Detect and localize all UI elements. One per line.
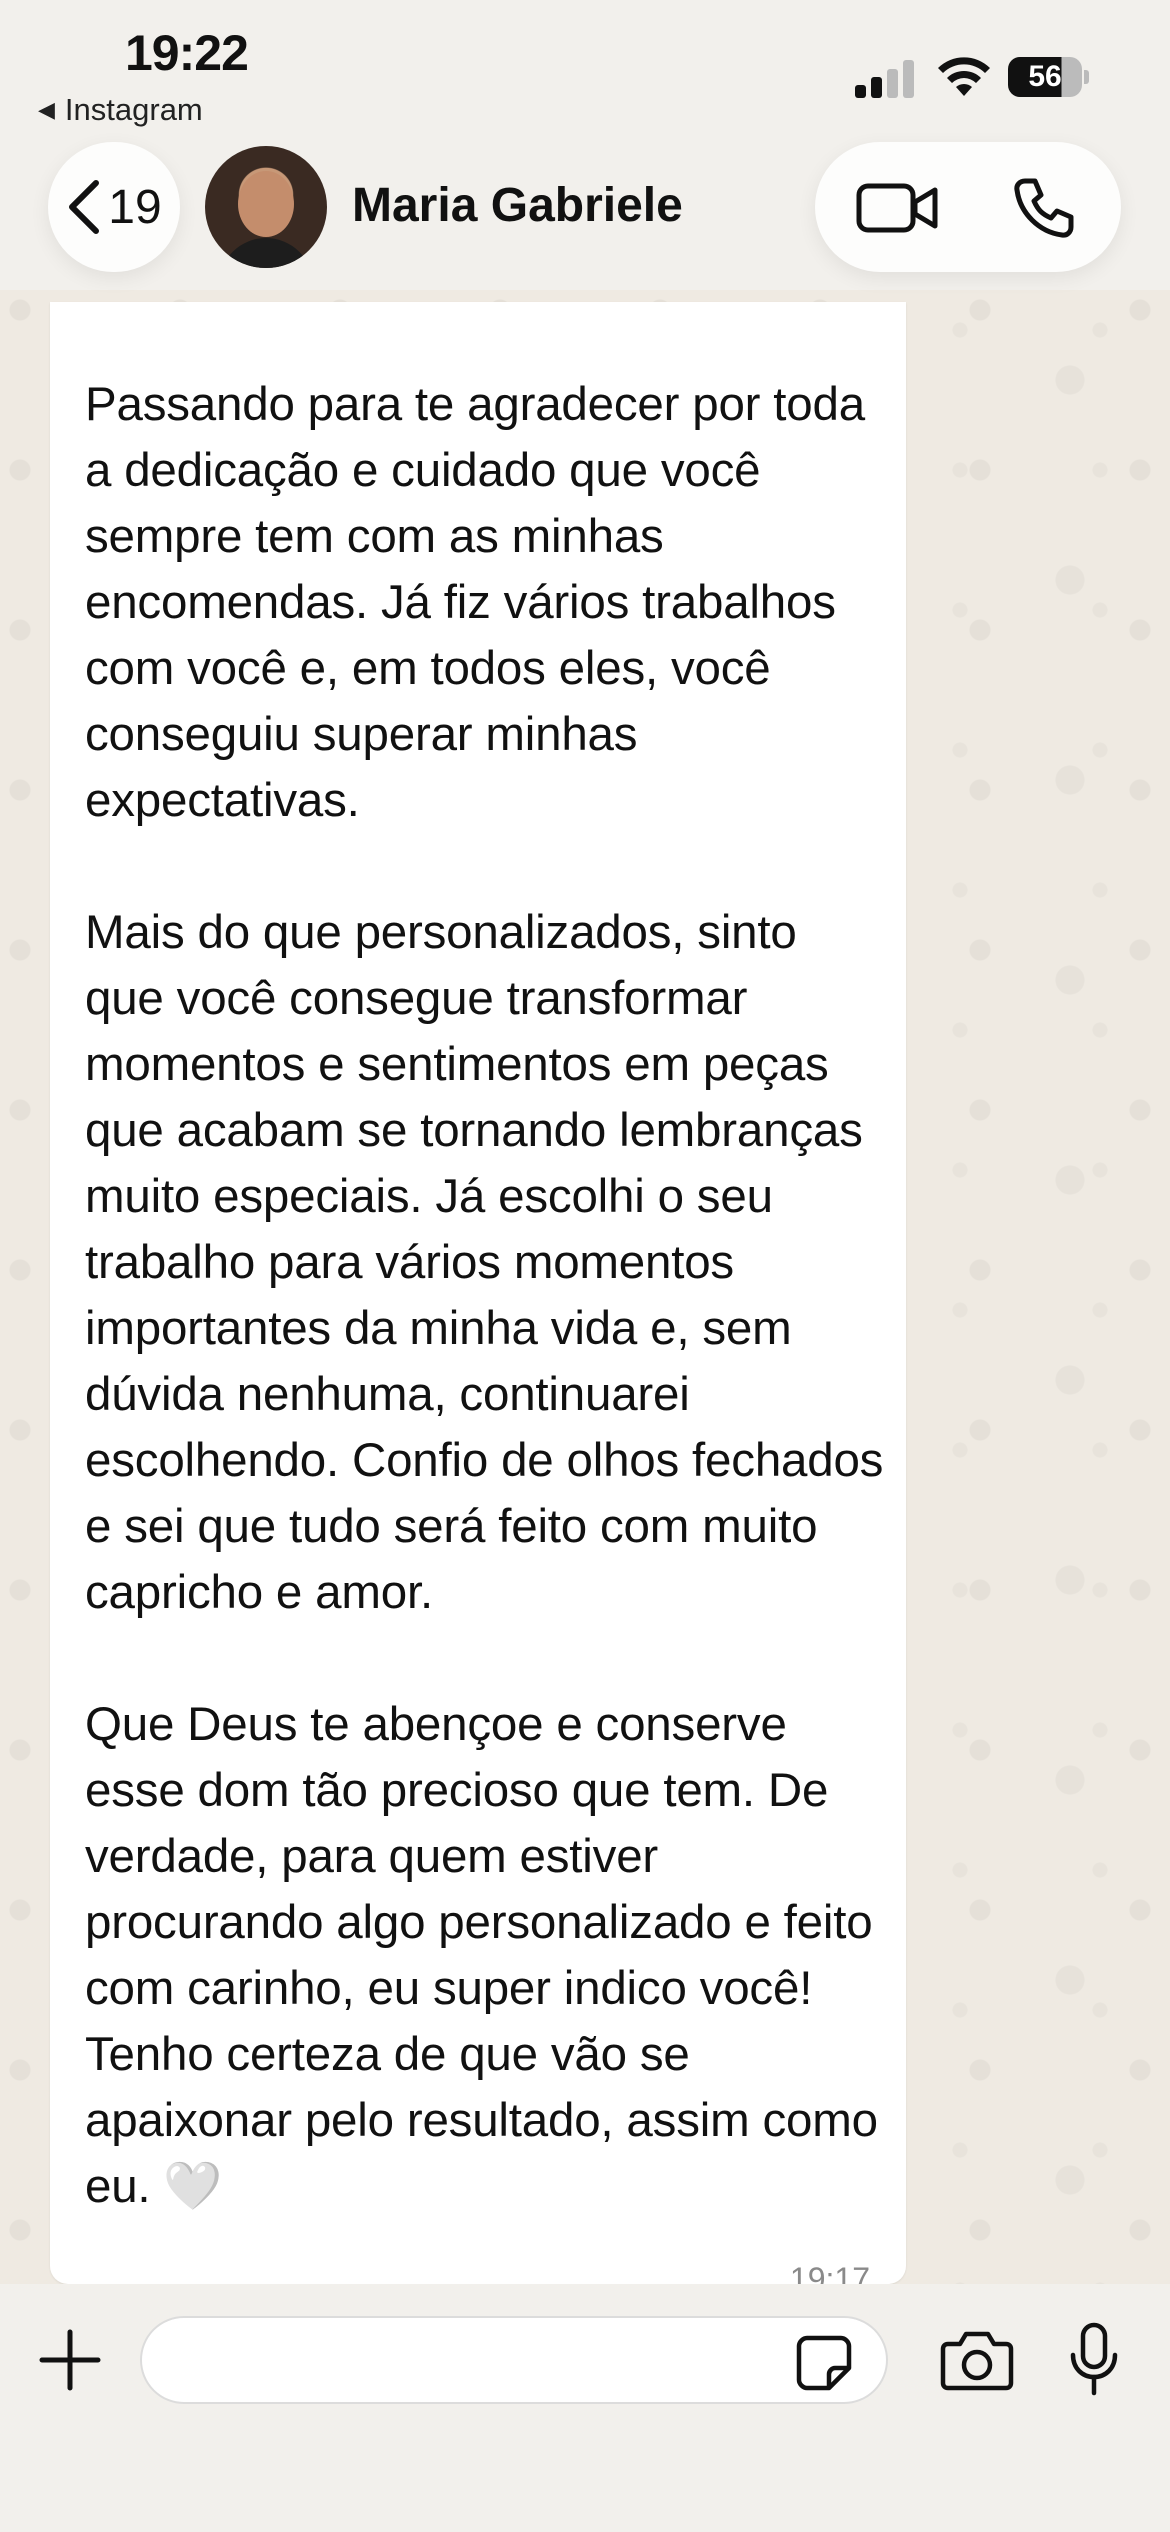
- message-paragraph: Que Deus te abençoe e conserve esse dom …: [85, 1698, 891, 2213]
- chat-screen: 19:22 ◀ Instagram 56 19 Maria Gabriele P…: [0, 0, 1170, 2532]
- contact-avatar[interactable]: [205, 146, 327, 268]
- message-input-bar: [0, 2284, 1170, 2532]
- cellular-signal-icon: [855, 58, 915, 98]
- call-actions: [815, 142, 1121, 272]
- chat-header: 19 Maria Gabriele: [0, 130, 1170, 290]
- battery-level: 56: [1008, 57, 1082, 97]
- chevron-left-icon: [66, 179, 100, 235]
- battery-indicator: 56: [1008, 57, 1089, 97]
- camera-icon[interactable]: [940, 2328, 1014, 2392]
- wifi-icon: [935, 52, 993, 98]
- message-text: Passando para te agradecer por toda a de…: [85, 372, 885, 2220]
- message-paragraph: Mais do que personalizados, sinto que vo…: [85, 906, 897, 1619]
- sticker-icon[interactable]: [795, 2334, 853, 2392]
- back-app-label: Instagram: [64, 92, 203, 127]
- back-triangle-icon: ◀: [38, 97, 55, 122]
- status-time: 19:22: [125, 25, 249, 81]
- back-to-app-link[interactable]: ◀ Instagram: [38, 92, 203, 128]
- back-button[interactable]: 19: [48, 142, 180, 272]
- message-input[interactable]: [140, 2316, 888, 2404]
- microphone-icon[interactable]: [1068, 2322, 1120, 2396]
- phone-icon[interactable]: [1011, 175, 1077, 241]
- unread-count: 19: [108, 180, 162, 234]
- contact-name[interactable]: Maria Gabriele: [352, 178, 683, 233]
- message-bubble[interactable]: Passando para te agradecer por toda a de…: [50, 302, 906, 2297]
- status-bar: 19:22 ◀ Instagram 56: [0, 0, 1170, 130]
- message-paragraph: Passando para te agradecer por toda a de…: [85, 378, 878, 827]
- plus-icon[interactable]: [38, 2328, 102, 2392]
- video-camera-icon[interactable]: [855, 178, 941, 238]
